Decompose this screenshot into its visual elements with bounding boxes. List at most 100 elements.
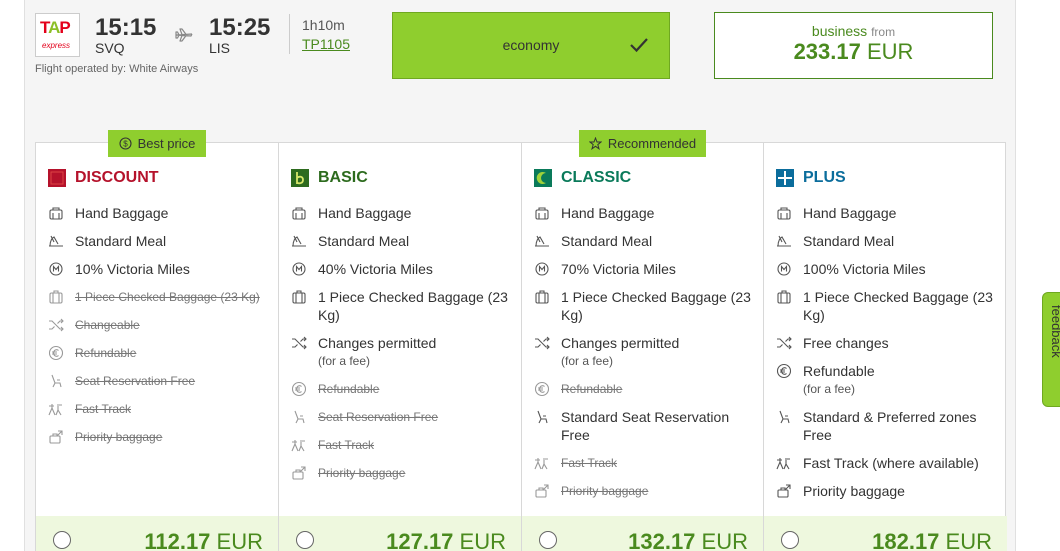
fare-feature: Refundable [48, 344, 266, 362]
economy-cabin-button[interactable]: economy [392, 12, 670, 79]
fare-name: BASIC [318, 169, 368, 186]
fare-feature-text: Standard Meal [75, 233, 167, 249]
fare-feature-text: Standard & Preferred zones Free [803, 409, 977, 443]
feedback-tab[interactable]: feedback [1042, 292, 1060, 407]
fare-price-value: 112.17 [144, 529, 211, 551]
fare-feature-text: Changes permitted (for a fee) [561, 335, 680, 368]
checked-baggage-icon [49, 290, 63, 304]
fare-feature-text: 1 Piece Checked Baggage (23 Kg) [803, 289, 993, 323]
fare-select-row[interactable]: 132.17 EUR [522, 516, 763, 551]
fare-feature: Changes permitted (for a fee) [534, 334, 751, 370]
fare-feature: Hand Baggage [48, 204, 266, 222]
fare-feature-text: Hand Baggage [75, 205, 169, 221]
fare-feature-text: Standard Meal [561, 233, 653, 249]
fare-feature: Fast Track [534, 454, 751, 472]
fare-radio[interactable] [539, 531, 557, 549]
fare-feature-text: Hand Baggage [318, 205, 412, 221]
fare-feature-note: (for a fee) [318, 354, 371, 368]
economy-label: economy [502, 37, 560, 53]
euro-icon [291, 381, 307, 397]
fare-radio[interactable] [53, 531, 71, 549]
euro-icon [534, 381, 550, 397]
fare-feature: 1 Piece Checked Baggage (23 Kg) [48, 288, 266, 306]
fare-feature: Changeable [48, 316, 266, 334]
fare-feature-text: Hand Baggage [561, 205, 655, 221]
fare-feature: 1 Piece Checked Baggage (23 Kg) [534, 288, 751, 324]
fare-feature-text: 70% Victoria Miles [561, 261, 676, 277]
fare-feature: Hand Baggage [776, 204, 995, 222]
arrival-time: 15:25 [209, 14, 271, 41]
airline-logo: TAP express [35, 13, 80, 57]
fare-feature-text: Standard Meal [803, 233, 895, 249]
fast-track-icon [534, 458, 548, 470]
fare-feature-text: Fast Track (where available) [803, 455, 979, 471]
fare-select-row[interactable]: 127.17 EUR [279, 516, 521, 551]
fare-feature-text: Seat Reservation Free [75, 374, 196, 388]
fare-header: BASIC [291, 167, 368, 189]
change-icon [535, 336, 550, 350]
fare-feature: Priority baggage [776, 482, 995, 500]
fare-price: 132.17 EUR [628, 529, 748, 551]
priority-baggage-icon [49, 430, 63, 444]
fare-feature: Priority baggage [48, 428, 266, 446]
hand-baggage-icon [292, 207, 306, 220]
fare-feature-text: Priority baggage [803, 483, 905, 499]
hand-baggage-icon [49, 207, 63, 220]
header-divider [289, 14, 290, 54]
fare-feature: 10% Victoria Miles [48, 260, 266, 278]
priority-baggage-icon [777, 484, 791, 498]
departure-time: 15:15 [95, 14, 157, 41]
business-cabin-button[interactable]: business from 233.17 EUR [714, 12, 993, 79]
fare-feature-note: (for a fee) [561, 354, 614, 368]
fare-feature: Fast Track [291, 436, 509, 454]
fare-feature: Standard & Preferred zones Free [776, 408, 995, 444]
hand-baggage-icon [535, 207, 549, 220]
fare-radio[interactable] [296, 531, 314, 549]
airline-logo-mark: TAP [40, 18, 71, 37]
fare-feature-text: Refundable (for a fee) [803, 363, 875, 396]
miles-icon [49, 262, 63, 276]
seat-icon [294, 410, 305, 424]
fare-feature-text: Fast Track [561, 456, 618, 470]
fare-name: PLUS [803, 169, 846, 186]
fare-feature: Standard Meal [534, 232, 751, 250]
fare-card-classic: CLASSIC Hand Baggage Standard Meal 70% Vict… [522, 143, 764, 551]
miles-icon [535, 262, 549, 276]
fare-logo-icon [48, 169, 66, 187]
change-icon [292, 336, 307, 350]
checked-baggage-icon [292, 290, 306, 304]
fare-feature-text: Standard Seat Reservation Free [561, 409, 730, 443]
fare-feature: Seat Reservation Free [291, 408, 509, 426]
fare-feature: Free changes [776, 334, 995, 352]
fare-feature-text: Priority baggage [318, 466, 406, 480]
fare-feature: Hand Baggage [291, 204, 509, 222]
fare-feature: Standard Meal [776, 232, 995, 250]
flight-number-link[interactable]: TP1105 [302, 36, 350, 52]
priority-baggage-icon [292, 466, 306, 480]
business-price: 233.17 EUR [715, 39, 992, 65]
coin-icon: $ [119, 137, 132, 150]
business-label: business [811, 23, 868, 39]
seat-icon [537, 410, 548, 424]
meal-icon [49, 235, 63, 247]
business-label-row: business from [715, 23, 992, 39]
fare-feature: Standard Meal [48, 232, 266, 250]
fare-select-row[interactable]: 112.17 EUR [36, 516, 278, 551]
fare-header: PLUS [776, 167, 846, 189]
fare-price: 182.17 EUR [872, 529, 992, 551]
fare-price: 112.17 EUR [144, 529, 263, 551]
fare-name: DISCOUNT [75, 169, 159, 186]
miles-icon [292, 262, 306, 276]
change-icon [49, 318, 64, 332]
fare-feature-text: 100% Victoria Miles [803, 261, 926, 277]
checked-baggage-icon [777, 290, 791, 304]
fare-feature-text: 1 Piece Checked Baggage (23 Kg) [75, 290, 260, 304]
recommended-tag: Recommended [579, 130, 706, 157]
fare-select-row[interactable]: 182.17 EUR [764, 516, 1007, 551]
fare-radio[interactable] [781, 531, 799, 549]
fare-logo-icon [291, 169, 309, 187]
fare-feature: 1 Piece Checked Baggage (23 Kg) [776, 288, 995, 324]
euro-icon [48, 345, 64, 361]
fare-feature: Seat Reservation Free [48, 372, 266, 390]
fare-feature-text: 1 Piece Checked Baggage (23 Kg) [561, 289, 751, 323]
